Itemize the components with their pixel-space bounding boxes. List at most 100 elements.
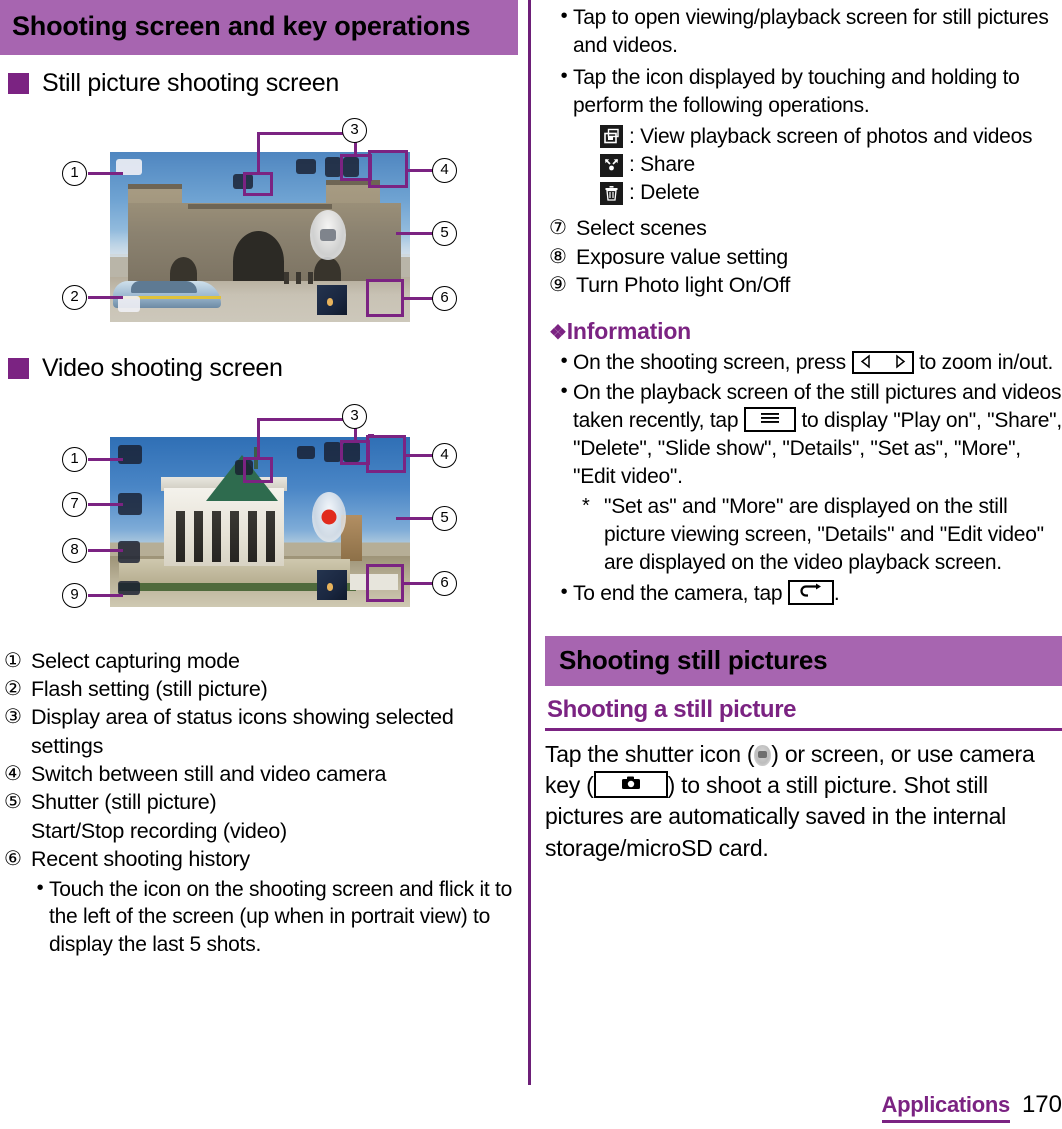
bullet-row: • Touch the icon on the shooting screen …	[31, 876, 518, 960]
switch-camera-icon-a[interactable]	[325, 156, 341, 177]
legend-text-2: Flash setting (still picture)	[31, 676, 268, 701]
legend-text-3: Display area of status icons showing sel…	[31, 705, 454, 758]
note-row: * "Set as" and "More" are displayed on t…	[582, 493, 1062, 577]
footer-page-number: 170	[1021, 1091, 1062, 1118]
section-title-bar: Shooting still pictures	[545, 635, 1062, 686]
switch-camera-video-icon-a[interactable]	[324, 441, 341, 462]
highlight-recent-history	[366, 278, 404, 317]
note-text: "Set as" and "More" are displayed on the…	[604, 495, 1044, 575]
share-icon[interactable]	[600, 153, 623, 177]
menu-key-icon[interactable]	[743, 407, 796, 433]
legend-num-7: ⑦	[549, 217, 567, 240]
asterisk-marker: *	[582, 495, 590, 518]
record-button[interactable]	[312, 491, 346, 542]
manual-page: Shooting screen and key operations Still…	[0, 0, 1062, 1129]
bullet-dot-icon: •	[560, 5, 568, 27]
legend-item-2: ② Flash setting (still picture)	[4, 675, 518, 703]
highlight-status-area-left	[243, 171, 273, 196]
delete-trash-icon[interactable]	[600, 181, 623, 205]
callout-2: 2	[62, 284, 87, 310]
sub-section-heading: Shooting a still picture	[545, 686, 1062, 731]
legend-item-7: ⑦ Select scenes	[549, 214, 1062, 242]
info-b3-part2: .	[833, 581, 840, 605]
legend-text-5-continuation: Start/Stop recording (video)	[31, 818, 287, 843]
icon-action-list: : View playback screen of photos and vid…	[545, 124, 1062, 207]
right-legend-list: ⑦ Select scenes ⑧ Exposure value setting…	[549, 214, 1062, 299]
callout-5-video: 5	[432, 505, 457, 531]
flower-bullet-icon: ❖	[549, 321, 567, 344]
information-heading: ❖Information	[549, 318, 1062, 345]
bullet-text: Tap to open viewing/playback screen for …	[573, 6, 1049, 57]
callout-7-video: 7	[62, 491, 87, 517]
legend-num-2: ②	[4, 677, 22, 700]
callout-1: 1	[62, 160, 87, 186]
information-heading-label: Information	[566, 317, 692, 344]
capturing-mode-icon-video[interactable]	[118, 444, 142, 464]
legend-num-3: ③	[4, 706, 22, 729]
legend-6-bullets: • Touch the icon on the shooting screen …	[4, 876, 518, 960]
info-b3-part1: To end the camera, tap	[573, 581, 788, 605]
callout-4-video: 4	[432, 442, 457, 468]
legend-item-9: ⑨ Turn Photo light On/Off	[549, 271, 1062, 299]
callout-6: 6	[432, 285, 457, 311]
legend-item-5: ⑤ Shutter (still picture)	[4, 788, 518, 816]
shooting-paragraph: Tap the shutter icon () or screen, or us…	[545, 739, 1062, 864]
bullet-row: • On the shooting screen, press to zoom …	[555, 349, 1062, 377]
callout-3-video: 3	[342, 403, 367, 429]
recent-shot-thumbnail[interactable]	[317, 284, 347, 315]
legend-text-7: Select scenes	[576, 216, 707, 241]
highlight-switch-camera	[368, 149, 408, 188]
legend-num-6: ⑥	[4, 848, 22, 871]
volume-key-icon[interactable]	[851, 350, 914, 374]
callout-8-video: 8	[62, 537, 87, 563]
bullet-row: • Tap the icon displayed by touching and…	[555, 64, 1062, 120]
right-top-bullets: • Tap to open viewing/playback screen fo…	[555, 4, 1062, 120]
legend-item-4: ④ Switch between still and video camera	[4, 760, 518, 788]
video-shooting-diagram: 3 1 7 8 9 4 5 6	[0, 389, 518, 629]
legend-text-6: Recent shooting history	[31, 847, 250, 872]
callout-9-video: 9	[62, 582, 87, 608]
bullet-dot-icon: •	[560, 64, 568, 87]
bullet-text: On the playback screen of the still pict…	[573, 379, 1062, 491]
photo-light-icon[interactable]	[118, 580, 140, 595]
legend-list: ① Select capturing mode ② Flash setting …	[4, 647, 518, 960]
callout-4: 4	[432, 157, 457, 183]
bullet-text: To end the camera, tap .	[573, 579, 1062, 608]
info-b1-part2: to zoom in/out.	[913, 350, 1054, 374]
shutter-button[interactable]	[310, 209, 346, 260]
icon-action-label-delete: : Delete	[629, 181, 700, 205]
camera-key-icon[interactable]	[593, 771, 668, 799]
legend-text-4: Switch between still and video camera	[31, 762, 387, 787]
highlight-status-area-left-video	[243, 456, 273, 483]
video-screen-heading-label: Video shooting screen	[42, 353, 283, 382]
left-column: Shooting screen and key operations Still…	[0, 0, 518, 1129]
legend-text-9: Turn Photo light On/Off	[576, 273, 791, 298]
footer-chapter-label: Applications	[881, 1092, 1010, 1123]
legend-num-4: ④	[4, 763, 22, 786]
bullet-text: Tap the icon displayed by touching and h…	[573, 65, 1020, 117]
status-icon-b	[296, 158, 316, 174]
highlight-recent-history-video	[366, 563, 404, 602]
legend-item-3: ③ Display area of status icons showing s…	[4, 703, 518, 760]
exposure-value-icon[interactable]	[118, 540, 140, 563]
bullet-dot-icon: •	[36, 876, 44, 899]
playback-screen-icon[interactable]	[600, 125, 623, 149]
back-key-icon[interactable]	[787, 579, 834, 605]
legend-item-1: ① Select capturing mode	[4, 647, 518, 675]
icon-action-label-playback: : View playback screen of photos and vid…	[629, 124, 1033, 148]
bullet-row: • To end the camera, tap .	[555, 579, 1062, 608]
bullet-text: On the shooting screen, press to zoom in…	[573, 349, 1062, 377]
video-screen-heading: Video shooting screen	[8, 354, 518, 383]
still-screen-heading: Still picture shooting screen	[8, 69, 518, 98]
status-icon-video-b	[297, 445, 315, 459]
column-divider	[528, 0, 531, 1085]
shutter-icon[interactable]	[754, 744, 772, 766]
legend-num-8: ⑧	[549, 245, 567, 268]
square-bullet-icon	[8, 72, 29, 94]
icon-action-label-share: : Share	[629, 152, 695, 176]
bullet-row: • Tap to open viewing/playback screen fo…	[555, 4, 1062, 60]
right-column: • Tap to open viewing/playback screen fo…	[545, 0, 1062, 1129]
legend-text-1: Select capturing mode	[31, 648, 240, 673]
recent-shot-thumbnail-video[interactable]	[317, 569, 347, 600]
highlight-switch-camera-video	[366, 434, 406, 473]
